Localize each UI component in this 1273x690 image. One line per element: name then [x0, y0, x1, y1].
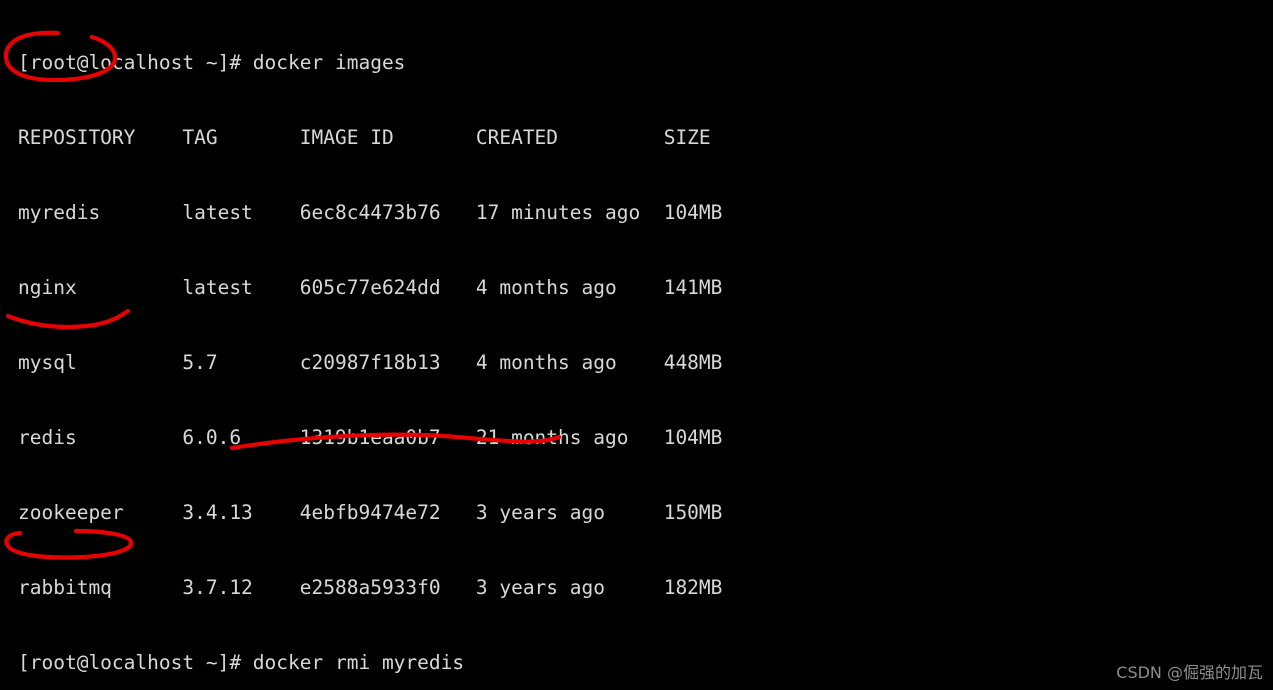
- terminal-line-image-row: myredis latest 6ec8c4473b76 17 minutes a…: [18, 201, 723, 224]
- terminal-line-image-row: zookeeper 3.4.13 4ebfb9474e72 3 years ag…: [18, 501, 723, 524]
- terminal-line-image-row: redis 6.0.6 1319b1eaa0b7 21 months ago 1…: [18, 426, 723, 449]
- terminal-line: [root@localhost ~]# docker images: [18, 51, 406, 74]
- terminal-line-table-header: REPOSITORY TAG IMAGE ID CREATED SIZE: [18, 126, 711, 149]
- terminal-line-image-row: nginx latest 605c77e624dd 4 months ago 1…: [18, 276, 723, 299]
- terminal-window[interactable]: [root@localhost ~]# docker images REPOSI…: [0, 0, 1273, 690]
- terminal-line-image-row: rabbitmq 3.7.12 e2588a5933f0 3 years ago…: [18, 576, 723, 599]
- terminal-line-image-row: mysql 5.7 c20987f18b13 4 months ago 448M…: [18, 351, 723, 374]
- terminal-output-area[interactable]: [root@localhost ~]# docker images REPOSI…: [0, 0, 1273, 690]
- terminal-line-command: [root@localhost ~]# docker rmi myredis: [18, 651, 465, 674]
- csdn-watermark: CSDN @倔强的加瓦: [1116, 663, 1263, 682]
